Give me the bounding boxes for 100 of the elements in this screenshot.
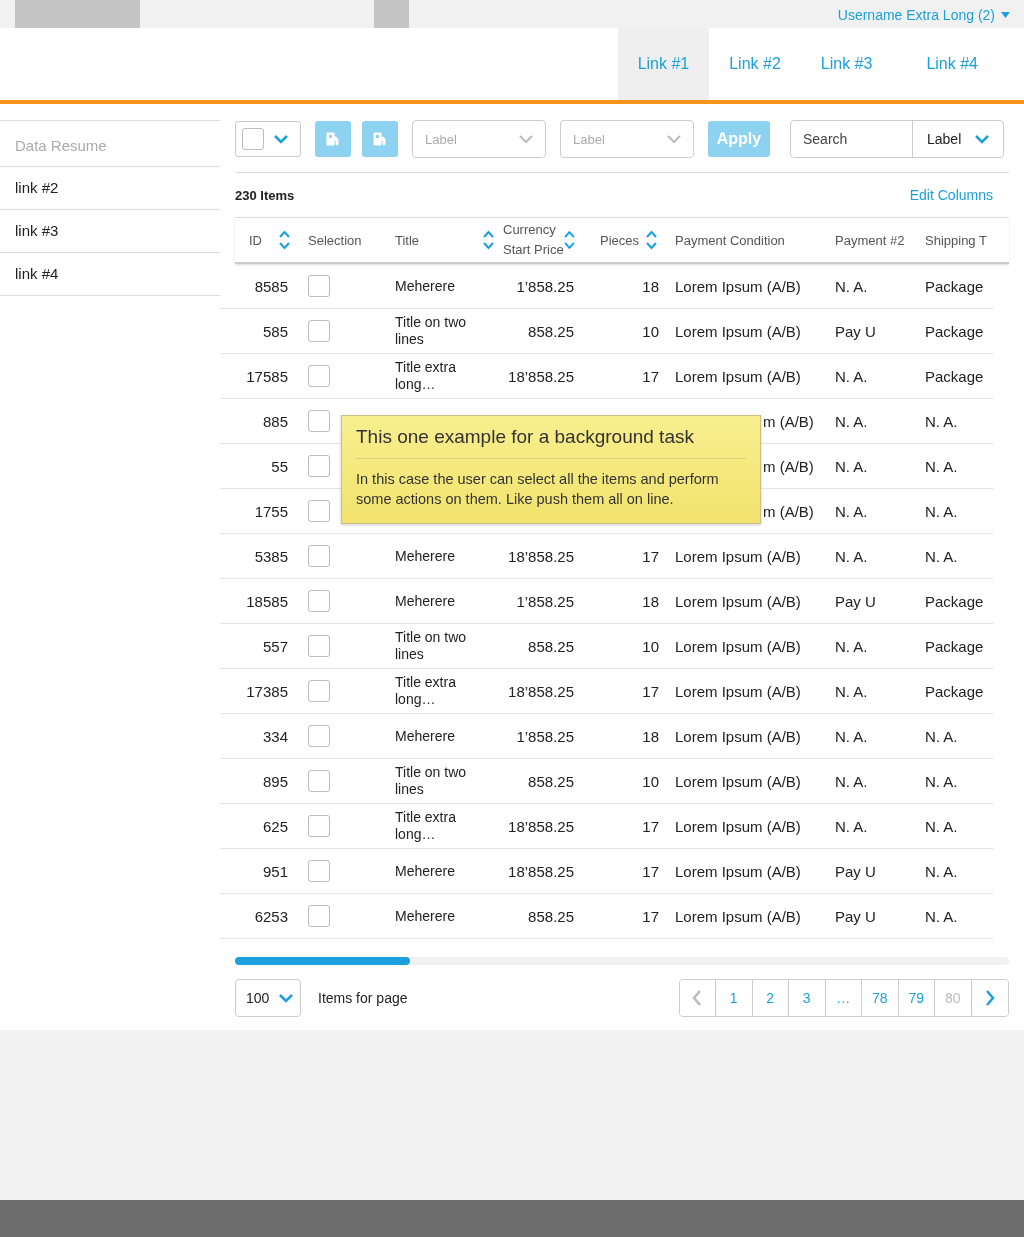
- table-cell-text: 895: [261, 771, 289, 792]
- column-header: Title: [395, 232, 420, 248]
- row-checkbox[interactable]: [308, 815, 330, 837]
- sidebar-item[interactable]: link #2: [0, 167, 220, 210]
- table-cell-text: 858.25: [527, 906, 575, 927]
- table-cell-text: 17: [641, 861, 660, 882]
- search-field[interactable]: Search: [791, 121, 913, 157]
- table-cell-text: Lorem Ipsum (A/B): [674, 771, 802, 792]
- table-cell-text: 951: [261, 861, 289, 882]
- chevron-left-icon: [692, 990, 703, 1006]
- table-cell-text: 17: [641, 366, 660, 387]
- chevron-down-icon: [279, 993, 294, 1003]
- table-cell-text: N. A.: [834, 726, 869, 747]
- sidebar-item[interactable]: link #4: [0, 253, 220, 296]
- table-cell-text: 18’858.25: [507, 366, 575, 387]
- table-cell-text: 858.25: [527, 636, 575, 657]
- table-cell-text: N. A.: [924, 411, 959, 432]
- table-cell-text: Title extra long…: [394, 358, 457, 394]
- table-cell-text: Lorem Ipsum (A/B): [674, 681, 802, 702]
- sort-icon[interactable]: [279, 230, 290, 250]
- table-cell-text: 18’858.25: [507, 861, 575, 882]
- table-cell-text: Lorem Ipsum (A/B): [674, 906, 802, 927]
- page-size-select[interactable]: 100: [235, 979, 301, 1017]
- table-cell-text: N. A.: [834, 411, 869, 432]
- row-checkbox[interactable]: [308, 725, 330, 747]
- row-checkbox[interactable]: [308, 500, 330, 522]
- table-cell-text: 858.25: [527, 771, 575, 792]
- tooltip-text: In this case the user can select all the items and perform some actions on them. Like push them all on line.: [356, 470, 720, 509]
- fuel-button[interactable]: [315, 121, 351, 157]
- table-cell-text: Pay U: [834, 591, 877, 612]
- sort-icon[interactable]: [483, 230, 494, 250]
- table-cell-text: Pay U: [834, 321, 877, 342]
- table-cell-text: Lorem Ipsum (A/B): [674, 861, 802, 882]
- filter-select[interactable]: Label: [560, 120, 694, 158]
- table-cell-text: Lorem Ipsum (A/B): [674, 591, 802, 612]
- row-checkbox[interactable]: [308, 635, 330, 657]
- table-cell-text: 18: [641, 276, 660, 297]
- table-cell-text: 17: [641, 681, 660, 702]
- table-cell-text: Meherere: [394, 906, 456, 926]
- table-cell-text: Title on two lines: [394, 628, 468, 664]
- search-scope-select[interactable]: Label: [913, 121, 1003, 157]
- nav-link[interactable]: Link #4: [892, 28, 1012, 100]
- table-cell-text: 625: [261, 816, 289, 837]
- logo-placeholder: [374, 0, 409, 28]
- sort-icon[interactable]: [564, 230, 575, 250]
- select-all-dropdown[interactable]: [235, 121, 301, 157]
- sidebar-item[interactable]: link #3: [0, 210, 220, 253]
- table-cell-text: 858.25: [527, 321, 575, 342]
- row-checkbox[interactable]: [308, 275, 330, 297]
- table-cell-text: Meherere: [394, 546, 456, 566]
- table-cell: m (A/B): [763, 412, 814, 430]
- table-cell-text: 1’858.25: [515, 591, 575, 612]
- scrollbar-thumb[interactable]: [235, 957, 410, 965]
- column-header: Shipping T: [925, 232, 987, 248]
- row-checkbox[interactable]: [308, 365, 330, 387]
- table-cell-text: 17385: [245, 681, 289, 702]
- row-checkbox[interactable]: [308, 680, 330, 702]
- chevron-down-icon: [274, 134, 288, 144]
- table-cell-text: N. A.: [924, 861, 959, 882]
- table-cell-text: N. A.: [924, 501, 959, 522]
- row-checkbox[interactable]: [308, 545, 330, 567]
- row-checkbox[interactable]: [308, 590, 330, 612]
- column-header: Payment #2: [835, 232, 905, 248]
- table-cell-text: N. A.: [924, 771, 959, 792]
- checkbox[interactable]: [242, 128, 264, 150]
- table-cell-text: 585: [261, 321, 289, 342]
- fuel-pump-icon: [372, 131, 388, 147]
- table-cell-text: N. A.: [834, 366, 869, 387]
- filter-select[interactable]: Label: [412, 120, 546, 158]
- table-cell-text: Package: [924, 636, 985, 657]
- edit-columns-link[interactable]: Edit Columns: [909, 187, 993, 203]
- table-cell-text: Lorem Ipsum (A/B): [674, 816, 802, 837]
- row-checkbox[interactable]: [308, 410, 330, 432]
- nav-link[interactable]: Link #1: [617, 28, 710, 100]
- fuel-pump-icon: [325, 131, 341, 147]
- sort-icon[interactable]: [646, 230, 657, 250]
- table-cell-text: 18585: [245, 591, 289, 612]
- fuel-button[interactable]: [362, 121, 398, 157]
- row-checkbox[interactable]: [308, 455, 330, 477]
- table-cell-text: Meherere: [394, 591, 456, 611]
- apply-button[interactable]: Apply: [708, 121, 770, 157]
- row-checkbox[interactable]: [308, 860, 330, 882]
- nav-link[interactable]: Link #2: [709, 28, 801, 100]
- table-cell-text: 10: [641, 321, 660, 342]
- row-checkbox[interactable]: [308, 320, 330, 342]
- table-cell-text: Meherere: [394, 726, 456, 746]
- row-checkbox[interactable]: [308, 770, 330, 792]
- table-cell-text: Meherere: [394, 276, 456, 296]
- row-checkbox[interactable]: [308, 905, 330, 927]
- user-menu[interactable]: Username Extra Long (2): [837, 6, 1010, 24]
- table-cell-text: N. A.: [924, 816, 959, 837]
- chevron-down-icon: [519, 134, 533, 144]
- table-cell-text: N. A.: [834, 771, 869, 792]
- table-cell-text: N. A.: [924, 456, 959, 477]
- chevron-down-icon: [975, 134, 989, 144]
- nav-link[interactable]: Link #3: [800, 28, 893, 100]
- table-cell-text: 334: [261, 726, 289, 747]
- table-cell-text: N. A.: [924, 726, 959, 747]
- table-cell-text: Package: [924, 321, 985, 342]
- search-bar[interactable]: Search Label: [790, 120, 1004, 158]
